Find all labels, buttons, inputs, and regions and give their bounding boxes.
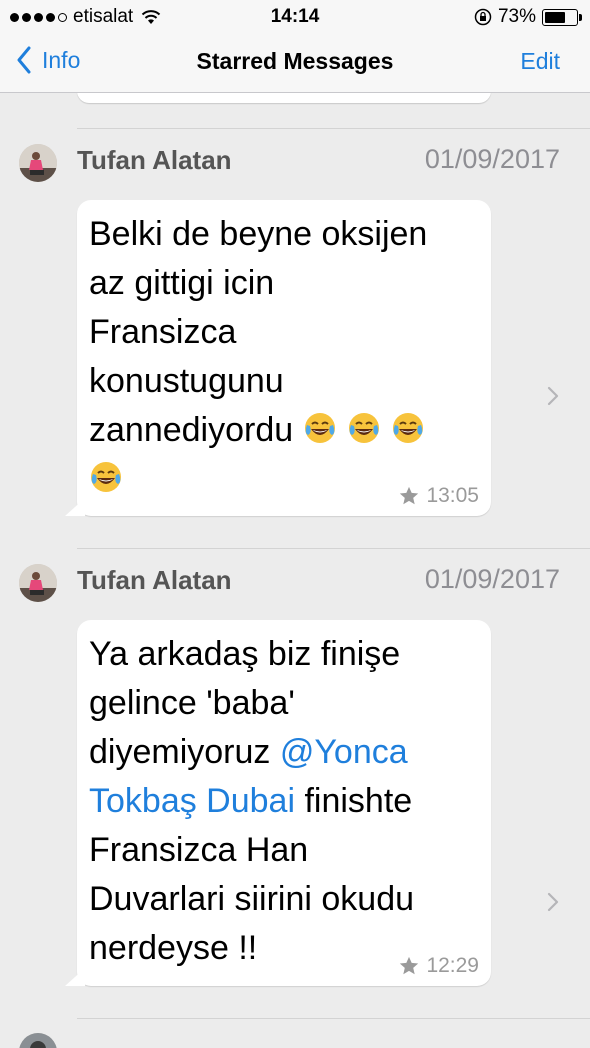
avatar (19, 564, 57, 602)
message-date: 01/09/2017 (424, 564, 560, 594)
previous-message-bubble[interactable] (77, 93, 491, 103)
battery-icon (542, 8, 582, 26)
divider (77, 1018, 590, 1019)
message-bubble[interactable]: Ya arkadaş biz finişe gelince 'baba' diy… (77, 620, 491, 986)
tears-of-joy-emoji-icon (304, 413, 335, 443)
mention-link[interactable]: @Yonca (280, 733, 408, 771)
orientation-lock-icon (474, 8, 492, 26)
message-text: Belki de beyne oksijen az gittigi icin F… (77, 200, 491, 504)
message-bubble[interactable]: Belki de beyne oksijen az gittigi icin F… (77, 200, 491, 516)
avatar (19, 144, 57, 182)
message-time: 12:29 (426, 954, 479, 977)
status-bar: etisalat 14:14 73% (0, 0, 590, 36)
star-icon (400, 956, 419, 975)
message-meta: 12:29 (398, 954, 479, 978)
tears-of-joy-emoji-icon (348, 413, 379, 443)
message-time: 13:05 (426, 484, 479, 507)
tears-of-joy-emoji-icon (91, 462, 121, 492)
message-date: 01/09/2017 (424, 144, 560, 174)
sender-name: Tufan Alatan (77, 145, 232, 175)
mention-link[interactable]: Tokbaş Dubai (89, 782, 295, 820)
tears-of-joy-emoji-icon (392, 413, 423, 443)
sender-name: Tufan Alatan (77, 565, 232, 595)
navigation-bar: Info Starred Messages Edit (0, 36, 590, 93)
starred-message[interactable]: Tufan Alatan 01/09/2017 Belki de beyne o… (0, 128, 590, 548)
starred-message[interactable]: Tufan Alatan 01/09/2017 Ya arkadaş biz f… (0, 548, 590, 1018)
edit-button[interactable]: Edit (520, 48, 560, 75)
star-icon (400, 486, 419, 505)
chevron-right-icon[interactable] (546, 385, 560, 407)
battery-group: 73% (474, 6, 582, 28)
chevron-right-icon[interactable] (546, 891, 560, 913)
page-title: Starred Messages (196, 48, 394, 74)
message-text: Ya arkadaş biz finişe gelince 'baba' diy… (89, 635, 415, 967)
message-meta: 13:05 (398, 484, 479, 508)
avatar (19, 1033, 57, 1048)
starred-messages-list[interactable]: Tufan Alatan 01/09/2017 Belki de beyne o… (0, 93, 590, 1048)
battery-percent: 73% (497, 6, 536, 27)
